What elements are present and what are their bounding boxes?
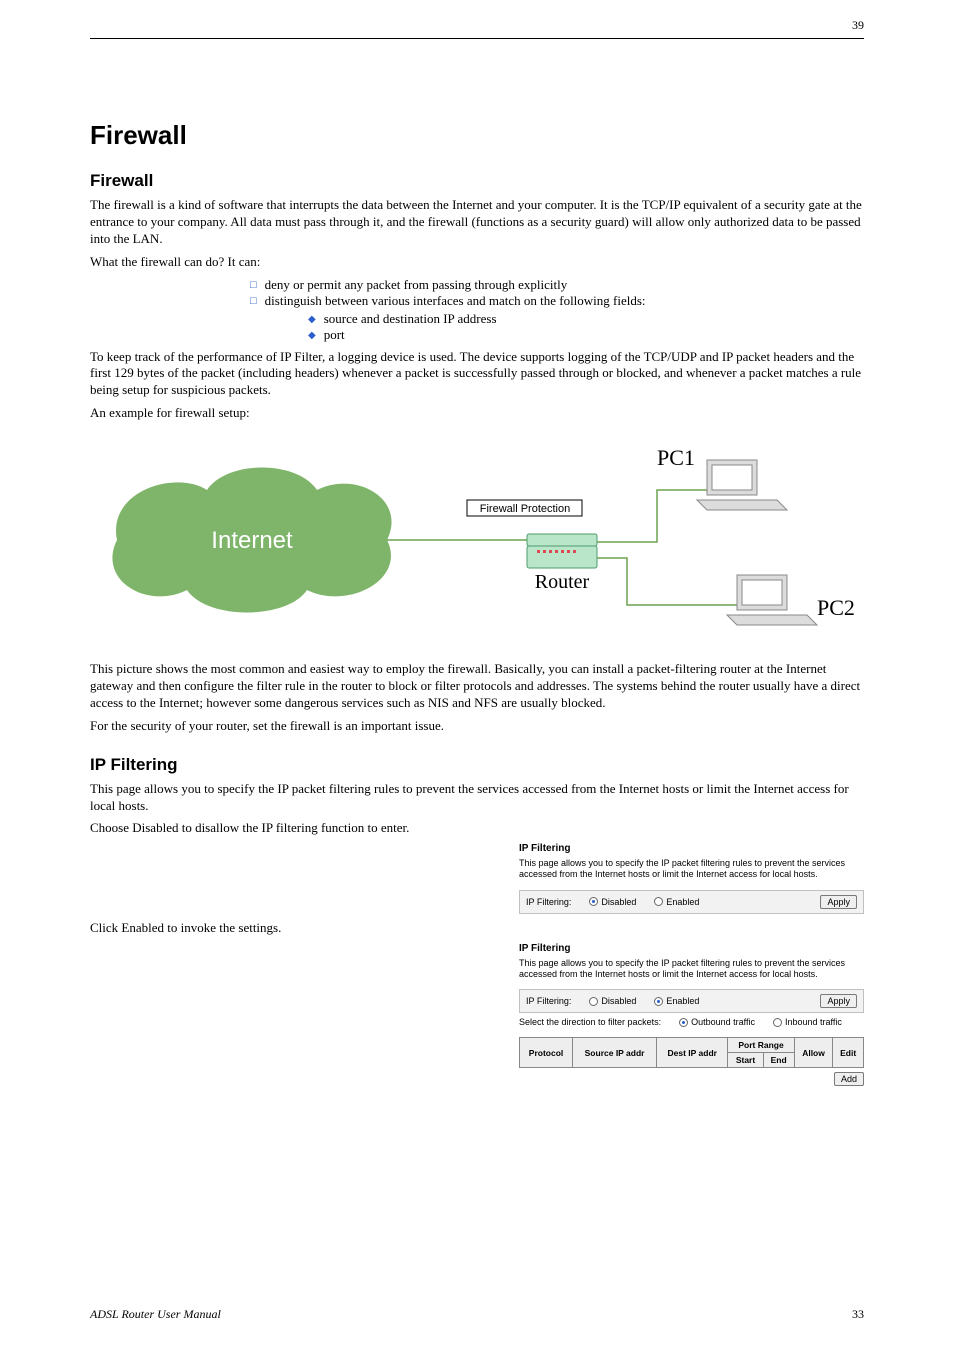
ipf-label-2: IP Filtering: bbox=[526, 996, 571, 1006]
th-end: End bbox=[763, 1053, 794, 1068]
panel-desc-2: This page allows you to specify the IP p… bbox=[519, 958, 864, 980]
th-edit: Edit bbox=[833, 1038, 864, 1068]
section-heading-ipfilter: IP Filtering bbox=[90, 755, 864, 775]
security-note: For the security of your router, set the… bbox=[90, 718, 864, 735]
th-protocol: Protocol bbox=[520, 1038, 573, 1068]
what-can-do: What the firewall can do? It can: bbox=[90, 254, 864, 271]
page-title: Firewall bbox=[90, 120, 864, 151]
ipf-label: IP Filtering: bbox=[526, 897, 571, 907]
radio-inbound[interactable]: Inbound traffic bbox=[773, 1017, 842, 1027]
section-heading-firewall: Firewall bbox=[90, 171, 864, 191]
radio-enabled-2[interactable]: Enabled bbox=[654, 996, 699, 1006]
apply-button-2[interactable]: Apply bbox=[820, 994, 857, 1008]
log-paragraph: To keep track of the performance of IP F… bbox=[90, 349, 864, 400]
enabled-choice: Click Enabled to invoke the settings. bbox=[90, 920, 864, 937]
panel-desc: This page allows you to specify the IP p… bbox=[519, 858, 864, 880]
radio-disabled[interactable]: Disabled bbox=[589, 897, 636, 907]
disabled-choice: Choose Disabled to disallow the IP filte… bbox=[90, 820, 864, 837]
ipfilter-body: This page allows you to specify the IP p… bbox=[90, 781, 864, 815]
sub-bullet-srcdst: source and destination IP address bbox=[308, 311, 864, 327]
direction-label: Select the direction to filter packets: bbox=[519, 1017, 661, 1027]
th-port: Port Range bbox=[728, 1038, 794, 1053]
internet-label: Internet bbox=[211, 527, 293, 554]
wire-router-pc1 bbox=[597, 490, 707, 542]
apply-button[interactable]: Apply bbox=[820, 895, 857, 909]
th-dst: Dest IP addr bbox=[657, 1038, 728, 1068]
ipfilter-disabled-screenshot: IP Filtering This page allows you to spe… bbox=[519, 843, 864, 914]
panel-title-2: IP Filtering bbox=[519, 943, 864, 954]
th-start: Start bbox=[728, 1053, 763, 1068]
ipfilter-table: Protocol Source IP addr Dest IP addr Por… bbox=[519, 1037, 864, 1068]
diagram-explain: This picture shows the most common and e… bbox=[90, 661, 864, 712]
firewall-label-text: Firewall Protection bbox=[480, 503, 570, 515]
page-number-bottom: 33 bbox=[852, 1307, 864, 1322]
add-button[interactable]: Add bbox=[834, 1072, 864, 1086]
example-lead: An example for firewall setup: bbox=[90, 405, 864, 422]
sub-bullet-port: port bbox=[308, 327, 864, 343]
radio-enabled[interactable]: Enabled bbox=[654, 897, 699, 907]
wire-router-pc2 bbox=[597, 558, 737, 605]
router-label: Router bbox=[535, 571, 590, 593]
bullet-distinguish: distinguish between various interfaces a… bbox=[250, 293, 864, 343]
ipfilter-enabled-screenshot: IP Filtering This page allows you to spe… bbox=[519, 943, 864, 1087]
pc2-icon bbox=[727, 575, 817, 625]
pc1-icon bbox=[697, 460, 787, 510]
intro-paragraph: The firewall is a kind of software that … bbox=[90, 197, 864, 248]
th-allow: Allow bbox=[794, 1038, 833, 1068]
router-icon bbox=[527, 534, 597, 568]
pc1-label: PC1 bbox=[657, 445, 695, 470]
radio-disabled-2[interactable]: Disabled bbox=[589, 996, 636, 1006]
panel-title: IP Filtering bbox=[519, 843, 864, 854]
page-number-top: 39 bbox=[852, 18, 864, 33]
th-src: Source IP addr bbox=[573, 1038, 657, 1068]
header-rule bbox=[90, 38, 864, 39]
footer-text: ADSL Router User Manual bbox=[90, 1307, 221, 1322]
square-bullets: deny or permit any packet from passing t… bbox=[90, 277, 864, 343]
pc2-label: PC2 bbox=[817, 595, 855, 620]
radio-outbound[interactable]: Outbound traffic bbox=[679, 1017, 755, 1027]
firewall-diagram: Internet Firewall Protection Router bbox=[90, 430, 864, 655]
bullet-deny: deny or permit any packet from passing t… bbox=[250, 277, 864, 293]
